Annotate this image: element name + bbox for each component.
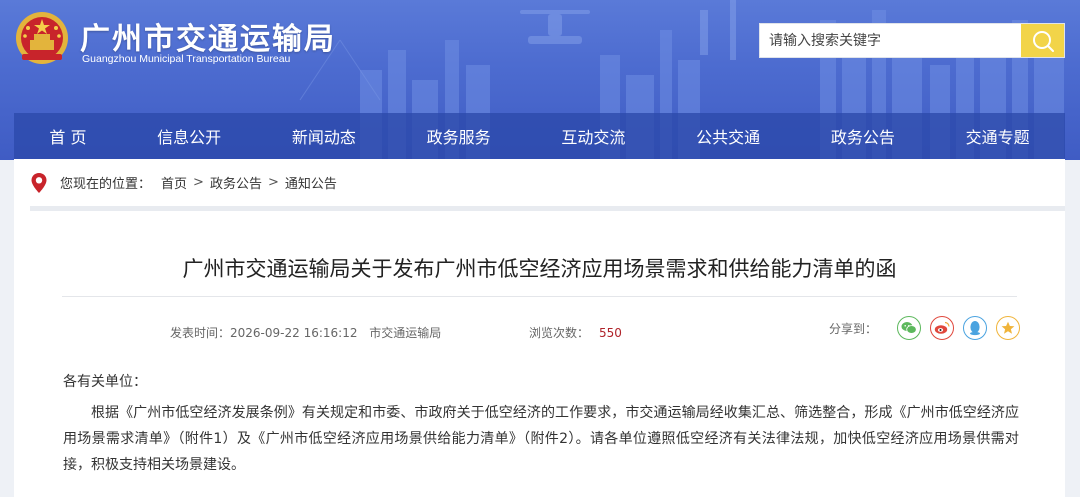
site-title[interactable]: 广州市交通运输局: [80, 14, 336, 58]
article-salutation: 各有关单位：: [63, 374, 147, 390]
breadcrumb-separator: >: [267, 175, 279, 190]
share-qzone-button[interactable]: [996, 316, 1021, 340]
share-bar: 分享到：: [829, 316, 1029, 340]
national-emblem-logo: [16, 12, 68, 64]
wechat-icon: [901, 322, 917, 334]
share-weibo-button[interactable]: [930, 316, 955, 340]
qq-icon: [970, 321, 981, 336]
main-nav: 首 页 信息公开 新闻动态 政务服务 互动交流 公共交通 政务公告 交通专题: [14, 113, 1065, 159]
article-title: 广州市交通运输局关于发布广州市低空经济应用场景需求和供给能力清单的函: [182, 257, 897, 281]
site-subtitle: Guangzhou Municipal Transportation Burea…: [82, 53, 291, 65]
article-paragraph: 根据《广州市低空经济发展条例》有关规定和市委、市政府关于低空经济的工作要求，市交…: [63, 405, 1019, 473]
breadcrumb-prefix: 您现在的位置：: [60, 177, 152, 192]
qzone-icon: [1001, 321, 1015, 334]
publish-label: 发表时间：: [170, 326, 231, 340]
weibo-icon: [934, 321, 950, 334]
content-panel: 您现在的位置： 首页 > 政务公告 > 通知公告 广州市交通运输局关于发布广州市…: [14, 159, 1065, 497]
search-box: [759, 23, 1065, 58]
breadcrumb: 您现在的位置： 首页 > 政务公告 > 通知公告: [30, 159, 1065, 211]
breadcrumb-separator: >: [193, 175, 204, 190]
nav-item-gov-announcements[interactable]: 政务公告: [823, 124, 903, 148]
breadcrumb-gov-announcements[interactable]: 政务公告: [210, 173, 262, 192]
search-button[interactable]: [1021, 24, 1064, 57]
nav-item-interaction[interactable]: 互动交流: [553, 124, 633, 148]
nav-item-transport-topics[interactable]: 交通专题: [958, 124, 1038, 148]
article-source: 市交通运输局: [369, 326, 442, 340]
breadcrumb-notices[interactable]: 通知公告: [285, 173, 337, 192]
views-label: 浏览次数：: [529, 326, 590, 340]
nav-item-public-transport[interactable]: 公共交通: [688, 124, 768, 148]
share-label: 分享到：: [829, 321, 878, 336]
share-wechat-button[interactable]: [897, 316, 922, 340]
article-body: 各有关单位： 根据《广州市低空经济发展条例》有关规定和市委、市政府关于低空经济的…: [63, 369, 1019, 478]
view-count: 浏览次数： 550: [529, 324, 622, 341]
nav-item-gov-services[interactable]: 政务服务: [419, 124, 499, 148]
nav-item-home[interactable]: 首 页: [41, 124, 94, 148]
search-input[interactable]: [760, 24, 1021, 57]
article-meta: 发表时间：2026-09-22 16:16:12 市交通运输局: [170, 324, 449, 341]
share-qq-button[interactable]: [963, 316, 988, 340]
views-number: 550: [599, 326, 622, 340]
nav-item-news[interactable]: 新闻动态: [284, 124, 364, 148]
title-divider: [62, 296, 1017, 297]
location-pin-icon: [31, 172, 47, 193]
publish-time: 2026-09-22 16:16:12: [230, 326, 358, 340]
nav-item-info-disclosure[interactable]: 信息公开: [149, 124, 229, 148]
search-icon: [1032, 30, 1054, 52]
breadcrumb-home[interactable]: 首页: [161, 173, 187, 192]
